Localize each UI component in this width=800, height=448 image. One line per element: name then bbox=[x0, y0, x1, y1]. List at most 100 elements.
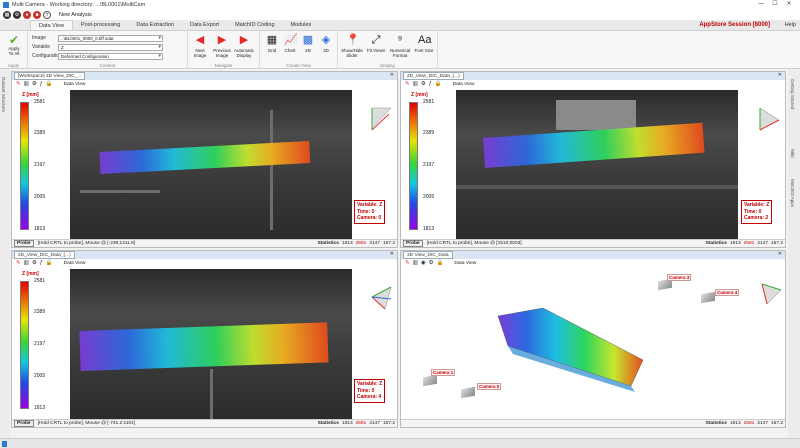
function-icon[interactable]: ƒ bbox=[40, 81, 43, 87]
ribbon-group-display: 📍 Show/Hide Slider ⤢ Fit Views ⁹ Numerical … bbox=[338, 31, 438, 69]
chart-icon[interactable]: ▥ bbox=[413, 260, 418, 266]
dataset-structure-panel[interactable]: Dataset Structure bbox=[0, 69, 10, 439]
cube-3d-icon: ◈ bbox=[321, 34, 331, 46]
colorbar-tick: 2389 bbox=[34, 309, 46, 315]
numerical-format-button[interactable]: ⁹ Numerical Format bbox=[388, 34, 412, 58]
tab-data-view[interactable]: Data View bbox=[30, 20, 73, 30]
group-label-create-view: Create View bbox=[286, 63, 311, 68]
previous-image-button[interactable]: ▶ Previous Image bbox=[212, 34, 232, 58]
probe-button[interactable]: Probe bbox=[403, 240, 423, 247]
view-2d-button[interactable]: ▩ 2D bbox=[298, 34, 318, 53]
minimize-button[interactable]: — bbox=[754, 0, 768, 9]
3d-scene[interactable]: Camera 3 Camera 4 Camera 1 Camera 0 bbox=[403, 268, 783, 419]
view-pane-camera-4: 2D_View_DIC_Data_(...) ✕ ✎ ▥ ⚙ ƒ 🔒 Data View … bbox=[11, 250, 398, 428]
colorbar bbox=[20, 102, 29, 230]
chart-icon[interactable]: ▥ bbox=[24, 260, 29, 266]
colorbar-tick: 2005 bbox=[34, 373, 46, 379]
tab-post-processing[interactable]: Post-processing bbox=[73, 20, 128, 30]
image-select[interactable]: ..\BL0001_0000_0.tiff.sdat bbox=[58, 34, 163, 42]
probe-button[interactable]: Probe bbox=[14, 240, 34, 247]
displacement-field bbox=[482, 122, 705, 168]
tab-matchid-coding[interactable]: MatchID Coding bbox=[227, 20, 282, 30]
grid-button[interactable]: ▦ Grid bbox=[262, 34, 282, 53]
probe-button[interactable]: Probe bbox=[14, 420, 34, 427]
tab-data-export[interactable]: Data Export bbox=[182, 20, 227, 30]
info-box: Variable: Z Time: 0 Camera: 0 bbox=[354, 200, 386, 224]
lock-icon[interactable]: 🔒 bbox=[435, 81, 442, 87]
group-label-apply: Apply bbox=[7, 63, 20, 68]
help-circle-icon[interactable]: ? bbox=[43, 10, 51, 19]
checkmark-icon: ✔ bbox=[8, 33, 20, 47]
pane-tab[interactable]: 3D View_DIC_Data bbox=[403, 251, 453, 259]
show-hide-slider-button[interactable]: 📍 Show/Hide Slider bbox=[340, 34, 364, 58]
pane-tab[interactable]: 2D_View_DIC_Data_(...) bbox=[14, 251, 75, 259]
camera-image[interactable] bbox=[70, 269, 352, 420]
view-3d-button[interactable]: ◈ 3D bbox=[316, 34, 336, 53]
lock-icon[interactable]: 🔒 bbox=[46, 260, 53, 266]
chart-button[interactable]: 📈 Chart bbox=[280, 34, 300, 53]
gear-icon[interactable]: ⚙ bbox=[13, 10, 21, 19]
chart-icon[interactable]: ▥ bbox=[24, 81, 29, 87]
app-icon bbox=[3, 1, 9, 8]
tab-modules[interactable]: Modules bbox=[283, 20, 320, 30]
matchid-apps-tab[interactable]: MatchID Apps bbox=[790, 179, 795, 207]
edit-icon[interactable]: ✎ bbox=[405, 260, 410, 266]
getting-started-tab[interactable]: Getting Started bbox=[790, 79, 795, 109]
pane-tab[interactable]: [Workspace] 2D View_DIC_... bbox=[14, 72, 86, 80]
info-box: Variable: Z Time: 0 Camera: 2 bbox=[741, 200, 773, 224]
expand-icon: ⤢ bbox=[371, 34, 381, 46]
apply-to-all-button[interactable]: ✔ Apply To All bbox=[6, 34, 22, 60]
displacement-field bbox=[99, 141, 311, 174]
colorbar-tick: 1813 bbox=[423, 226, 435, 232]
function-icon[interactable]: ƒ bbox=[40, 260, 43, 266]
automatic-display-button[interactable]: ▶ Automatic Display bbox=[234, 34, 254, 58]
colorbar-tick: 1813 bbox=[34, 226, 46, 232]
configuration-select[interactable]: Deformed Configuration bbox=[58, 52, 163, 60]
gear-icon[interactable]: ⚙ bbox=[421, 81, 426, 87]
maximize-button[interactable]: ☐ bbox=[768, 0, 782, 9]
grid-icon[interactable]: ▦ bbox=[3, 10, 11, 19]
variable-select[interactable]: Z bbox=[58, 43, 163, 51]
function-icon[interactable]: ƒ bbox=[429, 81, 432, 87]
lock-icon[interactable]: 🔒 bbox=[437, 260, 444, 266]
close-icon[interactable]: ✕ bbox=[390, 72, 394, 78]
gear-icon[interactable]: ⚙ bbox=[429, 260, 434, 266]
stop-icon[interactable]: ■ bbox=[33, 10, 41, 19]
wiki-tab[interactable]: Wiki bbox=[790, 149, 795, 158]
camera-image[interactable] bbox=[70, 90, 352, 240]
edit-icon[interactable]: ✎ bbox=[405, 81, 410, 87]
pane-tab[interactable]: 2D_View_DIC_Data_(...) bbox=[403, 72, 464, 80]
image-label: Image bbox=[32, 35, 46, 41]
play-icon: ▶ bbox=[239, 34, 249, 46]
edit-icon[interactable]: ✎ bbox=[16, 260, 21, 266]
close-button[interactable]: ✕ bbox=[782, 0, 796, 9]
view-pane-camera-2: 2D_View_DIC_Data_(...) ✕ ✎ ▥ ⚙ ƒ 🔒 Data View … bbox=[400, 71, 786, 248]
camera-image[interactable] bbox=[456, 90, 738, 240]
close-icon[interactable]: ✕ bbox=[778, 72, 782, 78]
title-bar: Multi Camera - Working directory: ...\BL… bbox=[0, 0, 800, 9]
next-image-button[interactable]: ◀ Next Image bbox=[190, 34, 210, 58]
fit-views-button[interactable]: ⤢ Fit Views bbox=[366, 34, 386, 53]
help-link[interactable]: Help bbox=[785, 22, 796, 28]
close-icon[interactable]: ✕ bbox=[778, 251, 782, 257]
camera-icon[interactable]: ◉ bbox=[421, 260, 426, 266]
new-analysis-link[interactable]: New Analysis bbox=[59, 12, 92, 18]
lock-icon[interactable]: 🔒 bbox=[46, 81, 53, 87]
gear-icon[interactable]: ⚙ bbox=[32, 81, 37, 87]
record-icon[interactable]: ● bbox=[23, 10, 31, 19]
session-label[interactable]: AppStore Session [8000] bbox=[699, 22, 770, 28]
font-size-button[interactable]: Aa Font Size bbox=[414, 34, 434, 53]
ribbon-group-navigate: ◀ Next Image ▶ Previous Image ▶ Automatic D… bbox=[188, 31, 260, 69]
tab-data-extraction[interactable]: Data Extraction bbox=[128, 20, 182, 30]
ribbon: ✔ Apply To All Apply Image ..\BL0001_000… bbox=[0, 31, 800, 69]
colorbar-tick: 1813 bbox=[34, 405, 46, 411]
view-pane-3d: 3D View_DIC_Data ✕ ✎ ▥ ◉ ⚙ 🔒 Data View Camera… bbox=[400, 250, 786, 428]
ribbon-group-create-view: ▦ Grid 📈 Chart ▩ 2D ◈ 3D Create View bbox=[260, 31, 338, 69]
close-icon[interactable]: ✕ bbox=[390, 251, 394, 257]
pane-footer: Probe [Hold CRTL to probe], Mouse @ [151… bbox=[401, 239, 785, 247]
variable-label: Variable bbox=[32, 44, 50, 50]
gear-icon[interactable]: ⚙ bbox=[32, 260, 37, 266]
app-window: Multi Camera - Working directory: ...\BL… bbox=[0, 0, 800, 448]
chart-icon[interactable]: ▥ bbox=[413, 81, 418, 87]
edit-icon[interactable]: ✎ bbox=[16, 81, 21, 87]
